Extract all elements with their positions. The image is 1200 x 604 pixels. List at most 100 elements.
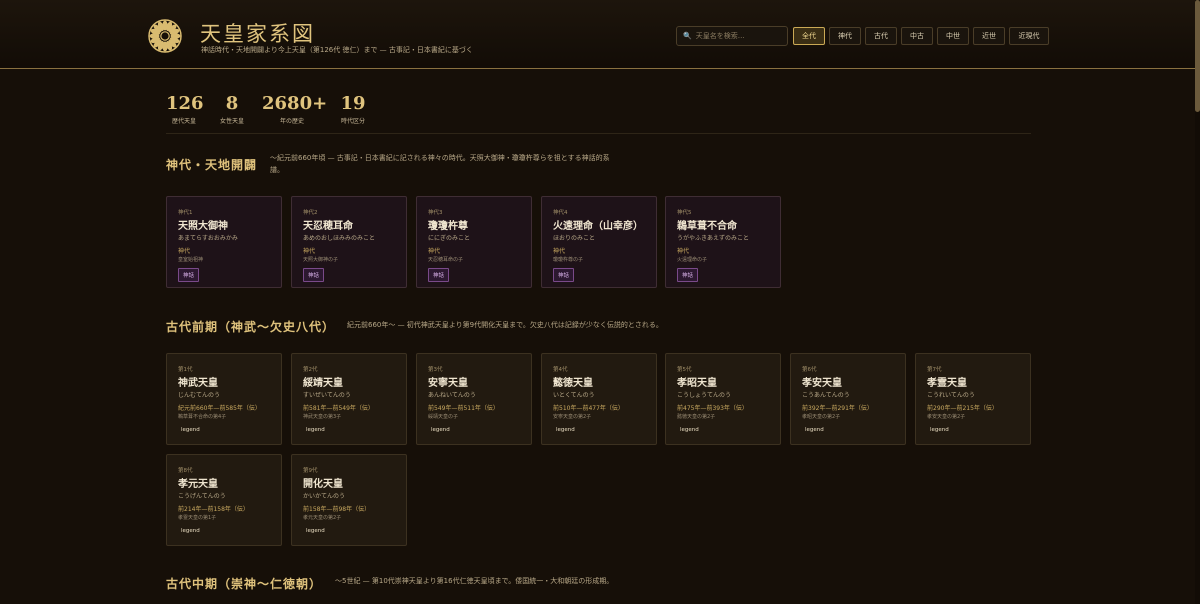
card-generation: 第3代 [428,367,443,373]
filter-button-kodai[interactable]: 古代 [865,27,897,45]
emperor-card[interactable]: 第6代 孝安天皇 こうあんてんのう 前392年—前291年（伝） 孝昭天皇の第2… [790,353,906,445]
filter-button-kamiyo[interactable]: 神代 [829,27,861,45]
card-era: 前290年—前215年（伝） [927,405,998,412]
emperor-card[interactable]: 神代4 火遠理命（山幸彦） ほおりのみこと 神代 瓊瓊杵尊の子 神話 [541,196,657,288]
card-generation: 神代2 [303,210,318,216]
card-name: 孝霊天皇 [927,378,967,389]
card-name: 懿徳天皇 [553,378,593,389]
emperor-card[interactable]: 第7代 孝霊天皇 こうれいてんのう 前290年—前215年（伝） 孝安天皇の第2… [915,353,1031,445]
scrollbar-thumb[interactable] [1195,0,1200,112]
card-reading: あまてらすおおみかみ [178,235,238,242]
card-reading: あめのおしほみみのみこと [303,235,376,242]
filter-button-kingendai[interactable]: 近現代 [1009,27,1049,45]
card-relation: 綏靖天皇の子 [428,414,459,420]
card-era: 紀元前660年—前585年（伝） [178,405,261,412]
card-era: 神代 [553,248,566,255]
section-desc-kodai-middle: 〜5世紀 — 第10代崇神天皇より第16代仁徳天皇頃まで。倭国統一・大和朝廷の形… [335,577,614,585]
card-era: 前475年—前393年（伝） [677,405,748,412]
card-reading: ににぎのみこと [428,235,471,242]
card-reading: こうしょうてんのう [677,392,732,399]
card-relation: 天照大御神の子 [303,257,339,263]
card-name: 開化天皇 [303,479,343,490]
myth-tag: 神話 [553,268,575,282]
filter-button-all[interactable]: 全代 [793,27,825,45]
site-subtitle: 神話時代・天地開闢より今上天皇（第126代 徳仁）まで — 古事記・日本書紀に基… [201,46,473,54]
emperor-card[interactable]: 第8代 孝元天皇 こうげんてんのう 前214年—前158年（伝） 孝霊天皇の第1… [166,454,282,546]
card-reading: すいぜいてんのう [303,392,351,399]
card-era: 神代 [677,248,690,255]
card-reading: かいかてんのう [303,493,346,500]
card-relation: 孝元天皇の第2子 [303,515,342,521]
legend-tag: legend [680,427,699,433]
card-generation: 第7代 [927,367,942,373]
legend-tag: legend [181,427,200,433]
legend-tag: legend [930,427,949,433]
emperor-card[interactable]: 第1代 神武天皇 じんむてんのう 紀元前660年—前585年（伝） 鵜草葺不合命… [166,353,282,445]
card-reading: こうげんてんのう [178,493,226,500]
section-title-kamiyo: 神代・天地開闢 [166,158,258,172]
card-name: 天忍穂耳命 [303,221,353,232]
card-relation: 天忍穂耳命の子 [428,257,464,263]
emperor-card[interactable]: 第2代 綏靖天皇 すいぜいてんのう 前581年—前549年（伝） 神武天皇の第3… [291,353,407,445]
search-input[interactable]: 🔍 天皇名を検索… [676,26,788,46]
card-era: 前510年—前477年（伝） [553,405,624,412]
emperor-card[interactable]: 第5代 孝昭天皇 こうしょうてんのう 前475年—前393年（伝） 懿徳天皇の第… [665,353,781,445]
stat-emperors: 126 歴代天皇 [166,93,204,125]
card-era: 前549年—前511年（伝） [428,405,499,412]
card-generation: 神代5 [677,210,692,216]
scrollbar[interactable] [1195,0,1200,604]
card-relation: 孝安天皇の第2子 [927,414,966,420]
emperor-card[interactable]: 神代1 天照大御神 あまてらすおおみかみ 神代 皇室始祖神 神話 [166,196,282,288]
legend-tag: legend [805,427,824,433]
filter-button-chusei[interactable]: 中世 [937,27,969,45]
card-reading: こうあんてんのう [802,392,850,399]
card-name: 天照大御神 [178,221,228,232]
card-generation: 第4代 [553,367,568,373]
section-desc-kamiyo: 〜紀元前660年頃 — 古事記・日本書紀に記される神々の時代。天照大御神・瓊瓊杵… [270,154,610,174]
card-generation: 神代3 [428,210,443,216]
card-name: 鵜草葺不合命 [677,221,737,232]
card-reading: あんねいてんのう [428,392,476,399]
card-name: 綏靖天皇 [303,378,343,389]
stat-number: 126 [166,93,204,114]
stat-eras: 19 時代区分 [336,93,370,125]
card-era: 前392年—前291年（伝） [802,405,873,412]
site-title: 天皇家系図 [200,22,315,46]
card-reading: うがやふきあえずのみこと [677,235,750,242]
card-name: 孝昭天皇 [677,378,717,389]
stat-history-years: 2680+ 年の歴史 [262,93,328,125]
legend-tag: legend [306,528,325,534]
card-generation: 第6代 [802,367,817,373]
card-name: 瓊瓊杵尊 [428,221,468,232]
card-relation: 火遠理命の子 [677,257,708,263]
card-reading: じんむてんのう [178,392,221,399]
emperor-card[interactable]: 第4代 懿徳天皇 いとくてんのう 前510年—前477年（伝） 安寧天皇の第2子… [541,353,657,445]
card-name: 神武天皇 [178,378,218,389]
section-title-kodai-middle: 古代中期（崇神〜仁徳朝） [166,577,323,591]
stat-number: 8 [225,93,239,114]
card-relation: 孝霊天皇の第1子 [178,515,217,521]
emperor-card[interactable]: 第9代 開化天皇 かいかてんのう 前158年—前98年（伝） 孝元天皇の第2子 … [291,454,407,546]
emperor-card[interactable]: 神代3 瓊瓊杵尊 ににぎのみこと 神代 天忍穂耳命の子 神話 [416,196,532,288]
card-generation: 第8代 [178,468,193,474]
chrysanthemum-crest-icon [148,19,182,53]
card-era: 神代 [303,248,316,255]
stat-number: 2680+ [262,93,328,114]
stat-number: 19 [340,93,366,114]
filter-button-chuko[interactable]: 中古 [901,27,933,45]
card-generation: 第1代 [178,367,193,373]
stat-female-emperors: 8 女性天皇 [216,93,248,125]
emperor-card[interactable]: 神代2 天忍穂耳命 あめのおしほみみのみこと 神代 天照大御神の子 神話 [291,196,407,288]
card-relation: 神武天皇の第3子 [303,414,342,420]
card-name: 火遠理命（山幸彦） [553,221,643,232]
emperor-card[interactable]: 第3代 安寧天皇 あんねいてんのう 前549年—前511年（伝） 綏靖天皇の子 … [416,353,532,445]
stat-label: 年の歴史 [279,118,304,125]
card-era: 前581年—前549年（伝） [303,405,374,412]
card-generation: 第2代 [303,367,318,373]
search-icon: 🔍 [683,32,692,40]
emperor-card[interactable]: 神代5 鵜草葺不合命 うがやふきあえずのみこと 神代 火遠理命の子 神話 [665,196,781,288]
card-name: 孝安天皇 [802,378,842,389]
stat-label: 歴代天皇 [171,118,196,125]
filter-button-kinsei[interactable]: 近世 [973,27,1005,45]
legend-tag: legend [306,427,325,433]
